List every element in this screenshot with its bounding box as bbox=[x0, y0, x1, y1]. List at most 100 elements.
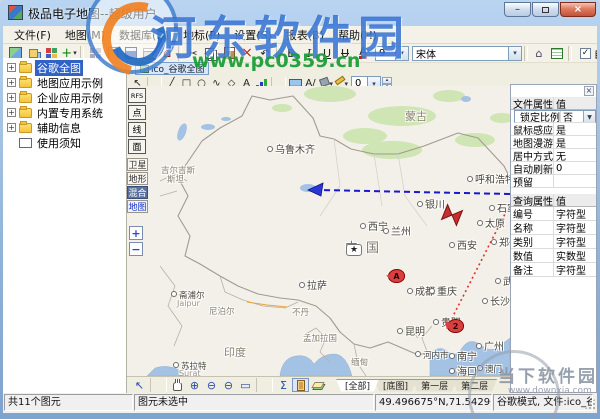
map-label: 郑州 bbox=[491, 234, 510, 249]
delete-icon[interactable]: × bbox=[238, 45, 256, 62]
property-row[interactable]: 居中方式 无 bbox=[511, 149, 596, 162]
tree-item[interactable]: + 地图应用示例 bbox=[3, 75, 126, 90]
building-icon[interactable] bbox=[292, 378, 309, 392]
font-name-combo[interactable]: 宋体 ▾ bbox=[412, 45, 522, 61]
map-marker-star[interactable]: ★ bbox=[346, 244, 362, 256]
property-row[interactable]: 自动刷新 0 bbox=[511, 162, 596, 175]
expand-icon[interactable]: + bbox=[7, 63, 16, 72]
map-label: 澳门 bbox=[477, 363, 502, 375]
status-coordinates: 49.496675°N,71.542969°E;4级 bbox=[375, 394, 492, 411]
maximize-button[interactable] bbox=[532, 2, 559, 17]
menu-item[interactable]: 报表(B) bbox=[279, 26, 331, 44]
property-row[interactable]: 地图漫游 是 bbox=[511, 136, 596, 149]
property-row[interactable]: 锁定比例 否 bbox=[514, 110, 596, 123]
layer-tab[interactable]: 第二层 bbox=[452, 379, 497, 392]
font-color-icon[interactable]: A bbox=[354, 45, 372, 62]
property-row[interactable]: 类别 字符型 bbox=[511, 235, 596, 249]
font-size-combo[interactable]: 9 ▾ bbox=[375, 45, 409, 61]
expand-icon[interactable]: + bbox=[7, 78, 16, 87]
map-side-button[interactable]: 卫星 bbox=[127, 158, 148, 171]
menu-item[interactable]: 地标(P) bbox=[176, 26, 227, 44]
map-side-button[interactable]: 地图 bbox=[127, 200, 148, 213]
map-side-button[interactable]: + bbox=[129, 226, 143, 240]
map-canvas[interactable]: 蒙古乌鲁木齐呼和浩特吉尔吉斯斯坦银川石家太原西宁兰州中国西安郑州拉萨成都重庆武汉… bbox=[127, 86, 510, 376]
document-tab[interactable]: ico_谷歌全图 bbox=[135, 62, 210, 75]
pan-hand-icon[interactable] bbox=[169, 378, 186, 392]
title-bar[interactable]: 极品电子地图--超级用户 – × bbox=[0, 0, 600, 26]
menu-item[interactable]: 文件(F) bbox=[7, 26, 58, 44]
map-label: 河内市 bbox=[415, 349, 449, 361]
map-marker-a[interactable]: A bbox=[388, 269, 405, 283]
layers-icon[interactable] bbox=[309, 378, 326, 392]
map-nav-button[interactable] bbox=[256, 378, 273, 392]
zoom-in-icon[interactable]: ⊕ bbox=[186, 378, 203, 392]
map-side-button[interactable]: 面 bbox=[128, 139, 146, 154]
paste-icon[interactable] bbox=[220, 45, 238, 62]
full-extent-icon[interactable]: ▭ bbox=[237, 378, 254, 392]
map-side-button[interactable]: 混合 bbox=[127, 186, 148, 199]
map-side-button[interactable]: 点 bbox=[128, 105, 146, 120]
map-label: 昆明 bbox=[397, 323, 425, 338]
home-icon[interactable]: ⌂ bbox=[158, 45, 176, 62]
app-icon bbox=[8, 5, 23, 20]
close-button[interactable]: × bbox=[560, 2, 596, 17]
expand-icon[interactable]: + bbox=[7, 108, 16, 117]
property-row[interactable]: 鼠标感应 是 bbox=[511, 123, 596, 136]
italic-icon[interactable]: I bbox=[300, 45, 318, 62]
menu-item[interactable]: 地图(M) bbox=[58, 26, 112, 44]
strikethrough-icon[interactable]: U bbox=[336, 45, 354, 62]
map-label: 尼泊尔 bbox=[209, 307, 235, 317]
tree-item[interactable]: + 企业应用示例 bbox=[3, 90, 126, 105]
map-marker-2[interactable]: 2 bbox=[447, 319, 464, 333]
statistics-icon[interactable]: Σ bbox=[275, 378, 292, 392]
toolbar-button[interactable] bbox=[178, 45, 182, 61]
property-row[interactable]: 编号 字符型 bbox=[511, 207, 596, 221]
report-table-icon[interactable] bbox=[548, 45, 566, 62]
zoom-window-icon[interactable]: ⊖ bbox=[220, 378, 237, 392]
cut-icon[interactable]: ✂ bbox=[184, 45, 202, 62]
auto-refresh-checkbox[interactable]: ✓ bbox=[580, 47, 591, 59]
print-icon[interactable] bbox=[140, 45, 158, 62]
folder-icon bbox=[19, 90, 32, 103]
tree-item[interactable]: + 内置专用系统 bbox=[3, 105, 126, 120]
undo-icon[interactable]: ↶ bbox=[256, 45, 274, 62]
property-row[interactable]: 备注 字符型 bbox=[511, 263, 596, 277]
map-side-button[interactable]: RFS bbox=[128, 88, 146, 103]
folder-icon bbox=[19, 75, 32, 88]
layer-tab[interactable]: [底图] bbox=[374, 379, 417, 392]
status-mode-file: 谷歌模式, 文件:ico_谷 bbox=[493, 394, 593, 411]
copy-icon[interactable] bbox=[202, 45, 220, 62]
expand-icon[interactable]: + bbox=[7, 123, 16, 132]
map-side-button[interactable]: − bbox=[129, 242, 143, 256]
window-title: 极品电子地图--超级用户 bbox=[28, 7, 157, 21]
menu-bar: 文件(F) 地图(M) 数据库(D) 地标(P) 设置(S) 报表(B) 帮助(H) bbox=[3, 26, 597, 44]
expand-icon[interactable]: + bbox=[7, 93, 16, 102]
property-row[interactable]: 数值 实数型 bbox=[511, 249, 596, 263]
map-side-button[interactable]: 地形 bbox=[127, 172, 148, 185]
tree-item[interactable]: 使用须知 bbox=[3, 135, 126, 150]
panel-close-icon[interactable]: × bbox=[584, 86, 594, 96]
toolbar-button[interactable] bbox=[276, 45, 280, 61]
spin-up-icon[interactable]: ▴ bbox=[382, 76, 392, 84]
menu-item[interactable]: 帮助(H) bbox=[331, 26, 384, 44]
minimize-button[interactable]: – bbox=[504, 2, 531, 17]
home-page-icon[interactable]: ⌂ bbox=[530, 45, 548, 62]
layer-tab[interactable]: 第一层 bbox=[412, 379, 457, 392]
property-row[interactable]: 名称 字符型 bbox=[511, 221, 596, 235]
menu-item[interactable]: 数据库(D) bbox=[112, 26, 176, 44]
zoom-out-icon[interactable]: ⊖ bbox=[203, 378, 220, 392]
underline-icon[interactable]: U bbox=[318, 45, 336, 62]
select-cursor-icon[interactable]: ↖ bbox=[131, 378, 148, 392]
properties-panel: × 文件属性 值 锁定比例 否 鼠标感应 是 地图漫游 是 bbox=[510, 84, 597, 393]
map-nav-button[interactable] bbox=[150, 378, 167, 392]
folder-icon bbox=[19, 120, 32, 133]
layer-tab[interactable]: [全部] bbox=[336, 379, 379, 392]
map-side-button[interactable]: 线 bbox=[128, 122, 146, 137]
dropdown-icon[interactable]: ▾ bbox=[508, 46, 521, 60]
tree-item[interactable]: + 辅助信息 bbox=[3, 120, 126, 135]
property-row[interactable]: 预留 bbox=[511, 175, 596, 188]
tree-item[interactable]: + 谷歌全图 bbox=[3, 59, 126, 76]
bold-icon[interactable]: B bbox=[282, 45, 300, 62]
dropdown-icon[interactable]: ▾ bbox=[395, 46, 408, 60]
menu-item[interactable]: 设置(S) bbox=[227, 26, 279, 44]
